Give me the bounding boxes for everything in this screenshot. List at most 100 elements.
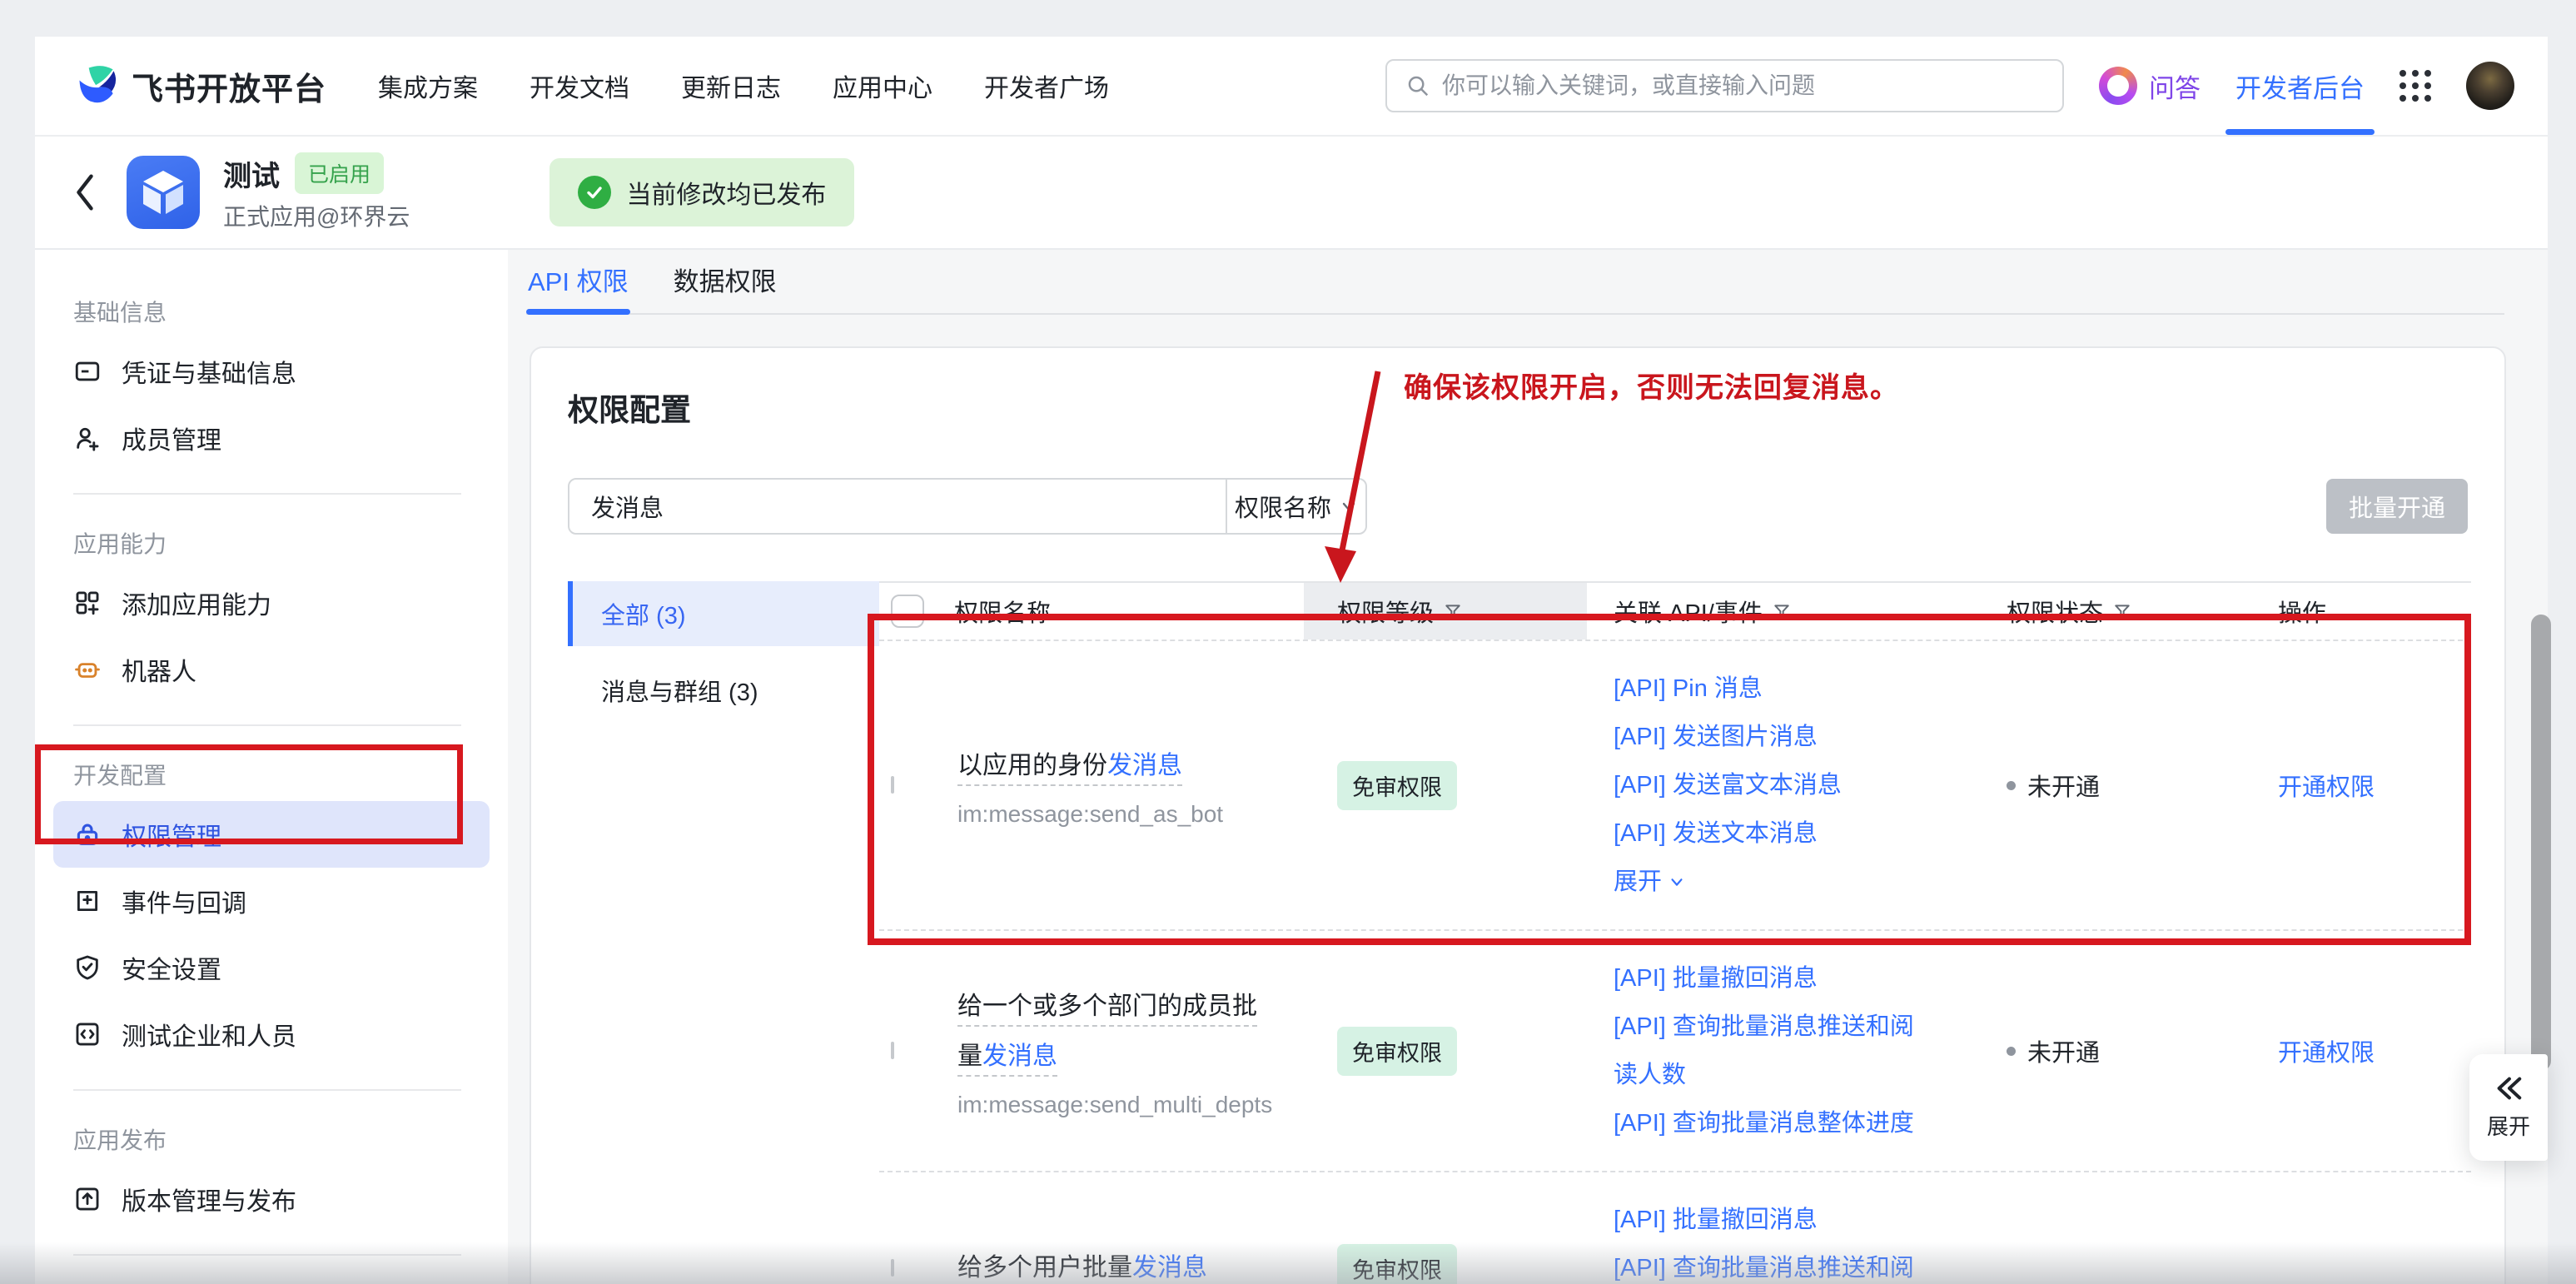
publish-status-pill: 当前修改均已发布 [550,158,854,226]
row-checkbox[interactable] [891,776,894,794]
api-link[interactable]: [API] 查询批量消息整体进度 [1614,1099,1937,1147]
api-list-cell: [API] Pin 消息 [API] 发送图片消息 [API] 发送富文本消息 … [1587,664,1987,906]
level-badge: 免审权限 [1337,761,1457,810]
nav-item-integration[interactable]: 集成方案 [378,67,478,104]
table-row: 给多个用户批量发消息 免审权限 [API] 批量撤回消息 [API] 查询批量消… [879,1172,2471,1284]
app-subtitle: 正式应用@环界云 [223,199,410,232]
permission-table: 权限名称 权限等级 [879,581,2471,1284]
nav-item-docs[interactable]: 开发文档 [530,67,629,104]
row-checkbox[interactable] [891,1259,894,1277]
search-highlight: 发消息 [1132,1254,1207,1282]
table-header: 权限名称 权限等级 [879,581,2471,641]
tab-api-permissions[interactable]: API 权限 [526,261,630,298]
shield-check-icon [73,953,102,982]
main-row: 基础信息 凭证与基础信息 [35,250,2548,1284]
permission-search-input[interactable] [569,480,1226,533]
enable-permission-link[interactable]: 开通权限 [2278,774,2375,801]
sidebar-item-add-capability[interactable]: 添加应用能力 [35,570,508,636]
qa-ring-icon [2099,67,2137,105]
nav-item-changelog[interactable]: 更新日志 [681,67,781,104]
filter-funnel-icon[interactable] [1444,602,1462,620]
publish-icon [73,1185,102,1213]
app-header: 测试 已启用 正式应用@环界云 当前修改均已发布 [35,137,2548,250]
sidebar-section-basic: 基础信息 [73,295,508,328]
category-list: 全部 (3) 消息与群组 (3) [568,581,879,1284]
back-button[interactable] [73,172,97,212]
publish-status-text: 当前修改均已发布 [626,174,826,211]
vertical-scrollbar[interactable] [2531,615,2551,1071]
robot-icon [73,655,102,684]
api-link[interactable]: [API] 批量撤回消息 [1614,1196,1937,1244]
expand-panel-label: 展开 [2487,1110,2530,1141]
apps-grid-icon[interactable] [2399,70,2431,102]
sidebar-item-events[interactable]: 事件与回调 [35,868,508,934]
row-checkbox[interactable] [891,1042,894,1059]
permission-name-cell: 给多个用户批量发消息 [946,1243,1304,1284]
bulk-enable-button[interactable]: 批量开通 [2326,479,2468,534]
category-all[interactable]: 全部 (3) [568,581,879,646]
qa-link[interactable]: 问答 [2099,67,2201,105]
select-all-checkbox[interactable] [891,595,924,628]
add-capability-icon [73,589,102,617]
divider [73,493,461,495]
nav-item-app-center[interactable]: 应用中心 [833,67,932,104]
global-search-input[interactable] [1442,72,2044,99]
api-link[interactable]: [API] 查询批量消息推送和阅读人数 [1614,1003,1937,1099]
status-text: 未开通 [2027,1033,2100,1068]
sidebar-item-credentials[interactable]: 凭证与基础信息 [35,338,508,405]
api-link[interactable]: [API] 发送图片消息 [1614,713,1937,761]
lock-icon [73,820,102,849]
sidebar-item-members[interactable]: 成员管理 [35,405,508,471]
member-icon [73,424,102,452]
sidebar-item-security[interactable]: 安全设置 [35,934,508,1001]
nav-item-dev-plaza[interactable]: 开发者广场 [984,67,1109,104]
col-header-status: 权限状态 [2007,594,2103,629]
tab-data-permissions[interactable]: 数据权限 [672,261,778,298]
table-area: 全部 (3) 消息与群组 (3) 权限名称 权限等级 [568,581,2468,1284]
double-chevron-left-icon [2494,1075,2524,1102]
api-link[interactable]: [API] 发送文本消息 [1614,809,1937,858]
screenshot-stage: 飞书开放平台 集成方案 开发文档 更新日志 应用中心 开发者广场 [0,0,2576,1284]
filter-funnel-icon[interactable] [2113,602,2131,620]
id-card-icon [73,357,102,386]
app-icon [127,156,200,229]
table-row: 给一个或多个部门的成员批量发消息 im:message:send_multi_d… [879,931,2471,1172]
filter-funnel-icon[interactable] [1773,602,1791,620]
sidebar-section-capability: 应用能力 [73,526,508,560]
search-highlight: 发消息 [1107,752,1182,779]
divider [73,1254,461,1256]
status-dot-icon [2007,781,2016,790]
permission-config-card: 权限配置 权限名称 [530,346,2506,1284]
api-link[interactable]: [API] 批量撤回消息 [1614,954,1937,1003]
sidebar-item-bot[interactable]: 机器人 [35,636,508,703]
sidebar-item-permissions[interactable]: 权限管理 [53,801,490,868]
scope-id: im:message:send_multi_depts [957,1090,1279,1120]
expand-api-link[interactable]: 展开 [1614,858,1685,906]
check-circle-icon [578,176,611,209]
top-navigation: 飞书开放平台 集成方案 开发文档 更新日志 应用中心 开发者广场 [35,37,2548,137]
toolbar: 权限名称 批量开通 [568,478,2468,535]
global-search-box[interactable] [1385,59,2064,112]
expand-panel-button[interactable]: 展开 [2469,1054,2548,1161]
api-link[interactable]: [API] 发送富文本消息 [1614,761,1937,809]
feishu-logo[interactable]: 飞书开放平台 [73,62,326,109]
event-callback-icon [73,887,102,915]
api-link[interactable]: [API] Pin 消息 [1614,664,1937,713]
developer-console-tab[interactable]: 开发者后台 [2235,37,2365,135]
api-link[interactable]: [API] 查询批量消息推送和阅读人数 [1614,1244,1937,1284]
platform-title: 飞书开放平台 [132,63,326,109]
user-avatar[interactable] [2466,62,2514,110]
permission-search-box: 权限名称 [568,478,1367,535]
permission-name-cell: 给一个或多个部门的成员批量发消息 im:message:send_multi_d… [946,982,1304,1120]
enabled-status-badge: 已启用 [295,152,384,194]
enable-permission-link[interactable]: 开通权限 [2278,1040,2375,1067]
status-cell: 未开通 [1987,768,2253,803]
status-text: 未开通 [2027,768,2100,803]
sidebar-item-test-org[interactable]: 测试企业和人员 [35,1001,508,1068]
table-row: 以应用的身份发消息 im:message:send_as_bot 免审权限 [A… [879,641,2471,931]
category-message-group[interactable]: 消息与群组 (3) [568,658,879,723]
cube-icon [127,156,200,229]
qa-label: 问答 [2149,67,2201,105]
sidebar-item-versions[interactable]: 版本管理与发布 [35,1166,508,1232]
search-field-select[interactable]: 权限名称 [1226,480,1365,533]
